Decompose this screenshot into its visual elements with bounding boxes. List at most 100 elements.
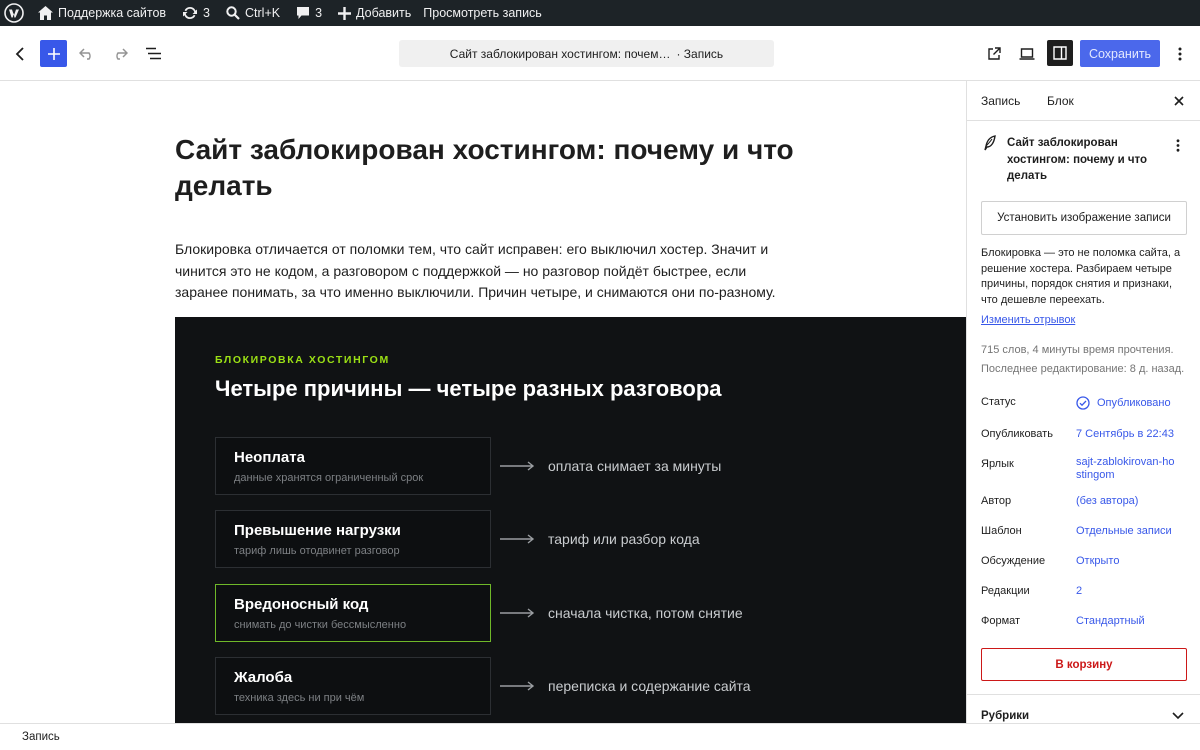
preview-button[interactable] xyxy=(1015,40,1039,67)
publish-date-value[interactable]: 7 Сентябрь в 22:43 xyxy=(1076,428,1186,441)
arrow-right-icon xyxy=(500,681,535,691)
discussion-value[interactable]: Открыто xyxy=(1076,555,1186,568)
edit-excerpt-link[interactable]: Изменить отрывок xyxy=(981,314,1075,326)
updates-count: 3 xyxy=(203,6,210,20)
settings-sidebar: Запись Блок Сайт заблокирован хостингом:… xyxy=(966,81,1200,723)
last-edited: Последнее редактирование: 8 д. назад. xyxy=(981,363,1185,375)
post-stats: 715 слов, 4 минуты время прочтения. xyxy=(981,344,1174,356)
settings-sidebar-toggle[interactable] xyxy=(1047,40,1073,66)
reason-title: Неоплата xyxy=(234,449,305,466)
plus-icon xyxy=(47,47,60,60)
row-label-publish: Опубликовать xyxy=(981,428,1053,440)
set-featured-image-button[interactable]: Установить изображение записи xyxy=(981,201,1187,235)
site-name-label: Поддержка сайтов xyxy=(58,6,167,20)
reason-result: оплата снимает за минуты xyxy=(548,458,722,474)
reason-result: переписка и содержание сайта xyxy=(548,678,751,694)
author-value[interactable]: (без автора) xyxy=(1076,495,1186,508)
site-name-menu[interactable]: Поддержка сайтов xyxy=(32,0,172,26)
reason-title: Вредоносный код xyxy=(234,596,369,613)
categories-panel-title[interactable]: Рубрики xyxy=(981,710,1029,722)
reasons-html-block[interactable]: БЛОКИРОВКА ХОСТИНГОМ Четыре причины — че… xyxy=(175,317,966,723)
reason-title: Жалоба xyxy=(234,669,293,686)
editor-canvas[interactable]: Сайт заблокирован хостингом: почему и чт… xyxy=(0,81,966,723)
updates-menu[interactable]: 3 xyxy=(176,0,216,26)
tab-block[interactable]: Блок xyxy=(1047,81,1074,121)
more-vertical-icon xyxy=(1176,138,1180,152)
arrow-right-icon xyxy=(500,608,535,618)
undo-button[interactable] xyxy=(76,40,98,67)
block-heading: Четыре причины — четыре разных разговора xyxy=(215,376,722,401)
post-actions-button[interactable] xyxy=(1171,137,1185,153)
comments-count: 3 xyxy=(315,6,323,20)
undo-icon xyxy=(79,47,91,60)
reason-result: сначала чистка, потом снятие xyxy=(548,605,743,621)
wordpress-logo-menu[interactable] xyxy=(0,0,32,26)
plus-icon xyxy=(338,6,352,20)
revisions-value[interactable]: 2 xyxy=(1076,585,1186,598)
post-title[interactable]: Сайт заблокирован хостингом: почему и чт… xyxy=(175,132,815,204)
row-label-slug: Ярлык xyxy=(981,458,1014,470)
wordpress-icon xyxy=(4,3,24,23)
move-to-trash-button[interactable]: В корзину xyxy=(981,648,1187,681)
new-content-menu[interactable]: Добавить xyxy=(332,0,417,26)
block-eyebrow: БЛОКИРОВКА ХОСТИНГОМ xyxy=(215,354,390,366)
editor-header: Сайт заблокирован хостингом: почем… · За… xyxy=(0,26,1200,81)
document-overview-button[interactable] xyxy=(142,40,164,67)
list-view-icon xyxy=(145,47,161,60)
redo-button[interactable] xyxy=(109,40,131,67)
row-label-discussion: Обсуждение xyxy=(981,555,1046,567)
row-label-template: Шаблон xyxy=(981,525,1022,537)
row-label-revisions: Редакции xyxy=(981,585,1030,597)
redo-icon xyxy=(116,47,128,60)
reason-card: Неоплата данные хранятся ограниченный ср… xyxy=(215,437,491,495)
chevron-left-icon xyxy=(15,46,24,61)
comment-icon xyxy=(297,7,310,19)
document-bar[interactable]: Сайт заблокирован хостингом: почем… · За… xyxy=(399,40,774,67)
close-icon xyxy=(1174,96,1184,106)
document-title: Сайт заблокирован хостингом: почем… xyxy=(449,46,671,61)
arrow-right-icon xyxy=(500,461,535,471)
reason-card-highlighted: Вредоносный код снимать до чистки бессмы… xyxy=(215,584,491,642)
desktop-icon xyxy=(1019,47,1035,60)
reason-subtitle: снимать до чистки бессмысленно xyxy=(234,619,407,631)
reason-result: тариф или разбор кода xyxy=(548,531,700,547)
published-check-icon xyxy=(1076,396,1090,410)
reason-subtitle: техника здесь ни при чём xyxy=(234,692,365,704)
template-value[interactable]: Отдельные записи xyxy=(1076,525,1186,538)
arrow-right-icon xyxy=(500,534,535,544)
sidebar-icon xyxy=(1053,46,1067,60)
updates-icon xyxy=(183,6,198,20)
sidebar-tabs: Запись Блок xyxy=(967,81,1200,121)
chevron-down-icon[interactable] xyxy=(1172,712,1184,720)
back-button[interactable] xyxy=(10,40,30,67)
view-post-link[interactable]: Просмотреть запись xyxy=(417,0,548,26)
search-icon xyxy=(226,6,240,20)
row-label-format: Формат xyxy=(981,615,1021,627)
more-vertical-icon xyxy=(1178,47,1182,60)
format-value[interactable]: Стандартный xyxy=(1076,615,1186,628)
reason-card: Превышение нагрузки тариф лишь отодвинет… xyxy=(215,510,491,568)
options-menu-button[interactable] xyxy=(1172,40,1188,67)
view-post-button[interactable] xyxy=(983,40,1005,67)
view-post-label: Просмотреть запись xyxy=(423,6,542,20)
slug-value[interactable]: sajt-zablokirovan-hostingom xyxy=(1076,456,1176,482)
reason-subtitle: данные хранятся ограниченный срок xyxy=(234,472,424,484)
block-inserter-button[interactable] xyxy=(40,40,67,67)
comments-menu[interactable]: 3 xyxy=(290,0,328,26)
block-breadcrumb-footer: Запись xyxy=(0,723,1200,750)
home-icon xyxy=(38,6,53,20)
breadcrumb-item[interactable]: Запись xyxy=(22,731,60,743)
post-paragraph[interactable]: Блокировка отличается от поломки тем, чт… xyxy=(175,239,795,304)
panel-divider xyxy=(967,694,1200,695)
post-icon xyxy=(984,135,996,151)
command-palette-button[interactable]: Ctrl+K xyxy=(220,0,286,26)
row-label-status: Статус xyxy=(981,396,1016,408)
tab-post[interactable]: Запись xyxy=(981,81,1020,121)
document-type: · Запись xyxy=(676,46,724,61)
close-sidebar-button[interactable] xyxy=(1171,93,1187,109)
reason-title: Превышение нагрузки xyxy=(234,522,401,539)
status-value[interactable]: Опубликовано xyxy=(1097,397,1200,410)
external-link-icon xyxy=(988,46,1001,60)
new-content-label: Добавить xyxy=(356,6,412,20)
save-button[interactable]: Сохранить xyxy=(1080,40,1160,67)
